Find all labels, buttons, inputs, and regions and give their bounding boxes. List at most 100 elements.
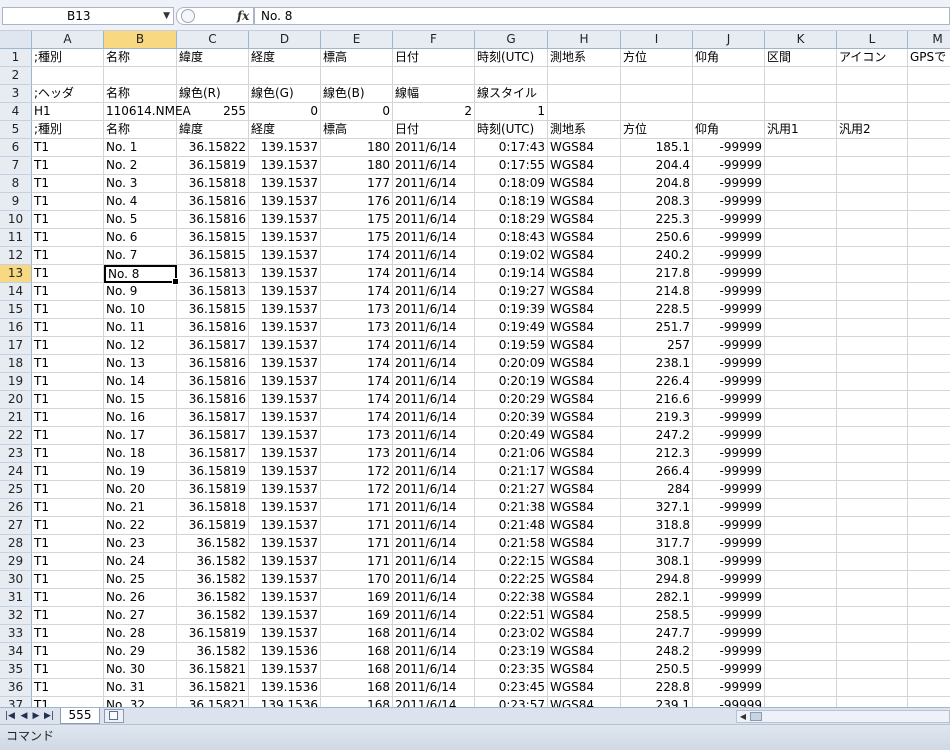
cell-G1[interactable]: 時刻(UTC) bbox=[475, 49, 548, 67]
cell-L33[interactable] bbox=[837, 625, 908, 643]
cell-D29[interactable]: 139.1537 bbox=[249, 553, 321, 571]
cell-C26[interactable]: 36.15818 bbox=[177, 499, 249, 517]
cell-C3[interactable]: 線色(R) bbox=[177, 85, 249, 103]
cell-L25[interactable] bbox=[837, 481, 908, 499]
scroll-left-icon[interactable]: ◀ bbox=[737, 711, 749, 722]
cell-C31[interactable]: 36.1582 bbox=[177, 589, 249, 607]
cell-E30[interactable]: 170 bbox=[321, 571, 393, 589]
cell-K18[interactable] bbox=[765, 355, 837, 373]
cell-I4[interactable] bbox=[621, 103, 693, 121]
first-sheet-icon[interactable]: |◀ bbox=[4, 710, 16, 722]
chevron-down-icon[interactable]: ▼ bbox=[163, 8, 170, 24]
cell-H15[interactable]: WGS84 bbox=[548, 301, 621, 319]
cell-L35[interactable] bbox=[837, 661, 908, 679]
cell-M24[interactable] bbox=[908, 463, 950, 481]
cell-G4[interactable]: 1 bbox=[475, 103, 548, 121]
cell-A25[interactable]: T1 bbox=[32, 481, 104, 499]
cell-J8[interactable]: -99999 bbox=[693, 175, 765, 193]
row-header-2[interactable]: 2 bbox=[0, 67, 32, 85]
cell-I32[interactable]: 258.5 bbox=[621, 607, 693, 625]
cell-D3[interactable]: 線色(G) bbox=[249, 85, 321, 103]
cell-M14[interactable] bbox=[908, 283, 950, 301]
cell-H36[interactable]: WGS84 bbox=[548, 679, 621, 697]
cell-I24[interactable]: 266.4 bbox=[621, 463, 693, 481]
row-header-33[interactable]: 33 bbox=[0, 625, 32, 643]
cell-M10[interactable] bbox=[908, 211, 950, 229]
cell-M2[interactable] bbox=[908, 67, 950, 85]
row-header-37[interactable]: 37 bbox=[0, 697, 32, 707]
cell-K30[interactable] bbox=[765, 571, 837, 589]
cell-D32[interactable]: 139.1537 bbox=[249, 607, 321, 625]
cell-B33[interactable]: No. 28 bbox=[104, 625, 177, 643]
cell-C12[interactable]: 36.15815 bbox=[177, 247, 249, 265]
cell-D1[interactable]: 経度 bbox=[249, 49, 321, 67]
cell-B26[interactable]: No. 21 bbox=[104, 499, 177, 517]
insert-function-icon[interactable]: fx bbox=[237, 8, 249, 24]
cell-A35[interactable]: T1 bbox=[32, 661, 104, 679]
cell-L23[interactable] bbox=[837, 445, 908, 463]
cell-G9[interactable]: 0:18:19 bbox=[475, 193, 548, 211]
cell-M13[interactable] bbox=[908, 265, 950, 283]
cell-J10[interactable]: -99999 bbox=[693, 211, 765, 229]
cell-K4[interactable] bbox=[765, 103, 837, 121]
cell-J15[interactable]: -99999 bbox=[693, 301, 765, 319]
cell-C32[interactable]: 36.1582 bbox=[177, 607, 249, 625]
cell-D6[interactable]: 139.1537 bbox=[249, 139, 321, 157]
cell-A11[interactable]: T1 bbox=[32, 229, 104, 247]
cell-H12[interactable]: WGS84 bbox=[548, 247, 621, 265]
cell-F6[interactable]: 2011/6/14 bbox=[393, 139, 475, 157]
cell-G23[interactable]: 0:21:06 bbox=[475, 445, 548, 463]
row-header-21[interactable]: 21 bbox=[0, 409, 32, 427]
cell-B14[interactable]: No. 9 bbox=[104, 283, 177, 301]
cell-F21[interactable]: 2011/6/14 bbox=[393, 409, 475, 427]
row-header-18[interactable]: 18 bbox=[0, 355, 32, 373]
cell-K33[interactable] bbox=[765, 625, 837, 643]
row-header-13[interactable]: 13 bbox=[0, 265, 32, 283]
cell-I13[interactable]: 217.8 bbox=[621, 265, 693, 283]
cell-A7[interactable]: T1 bbox=[32, 157, 104, 175]
cell-H25[interactable]: WGS84 bbox=[548, 481, 621, 499]
cell-F30[interactable]: 2011/6/14 bbox=[393, 571, 475, 589]
cell-K31[interactable] bbox=[765, 589, 837, 607]
cell-C4[interactable]: 255 bbox=[177, 103, 249, 121]
cell-H9[interactable]: WGS84 bbox=[548, 193, 621, 211]
column-header-C[interactable]: C bbox=[177, 31, 249, 49]
cell-K10[interactable] bbox=[765, 211, 837, 229]
cell-A22[interactable]: T1 bbox=[32, 427, 104, 445]
cell-M6[interactable] bbox=[908, 139, 950, 157]
cell-C1[interactable]: 緯度 bbox=[177, 49, 249, 67]
cell-I14[interactable]: 214.8 bbox=[621, 283, 693, 301]
column-header-I[interactable]: I bbox=[621, 31, 693, 49]
cell-E15[interactable]: 173 bbox=[321, 301, 393, 319]
cell-I22[interactable]: 247.2 bbox=[621, 427, 693, 445]
cell-G25[interactable]: 0:21:27 bbox=[475, 481, 548, 499]
cell-F32[interactable]: 2011/6/14 bbox=[393, 607, 475, 625]
cell-A3[interactable]: ;ヘッダ bbox=[32, 85, 104, 103]
cell-E8[interactable]: 177 bbox=[321, 175, 393, 193]
cell-C7[interactable]: 36.15819 bbox=[177, 157, 249, 175]
row-header-17[interactable]: 17 bbox=[0, 337, 32, 355]
cell-M12[interactable] bbox=[908, 247, 950, 265]
cell-K24[interactable] bbox=[765, 463, 837, 481]
cell-I25[interactable]: 284 bbox=[621, 481, 693, 499]
cell-L16[interactable] bbox=[837, 319, 908, 337]
cell-J16[interactable]: -99999 bbox=[693, 319, 765, 337]
row-header-5[interactable]: 5 bbox=[0, 121, 32, 139]
cell-F37[interactable]: 2011/6/14 bbox=[393, 697, 475, 707]
cell-E23[interactable]: 173 bbox=[321, 445, 393, 463]
cell-J33[interactable]: -99999 bbox=[693, 625, 765, 643]
column-header-G[interactable]: G bbox=[475, 31, 548, 49]
cell-I27[interactable]: 318.8 bbox=[621, 517, 693, 535]
scrollbar-thumb[interactable] bbox=[750, 712, 762, 721]
row-header-23[interactable]: 23 bbox=[0, 445, 32, 463]
cell-I1[interactable]: 方位 bbox=[621, 49, 693, 67]
cell-B12[interactable]: No. 7 bbox=[104, 247, 177, 265]
cell-F12[interactable]: 2011/6/14 bbox=[393, 247, 475, 265]
cell-E11[interactable]: 175 bbox=[321, 229, 393, 247]
cell-H5[interactable]: 測地系 bbox=[548, 121, 621, 139]
cell-A12[interactable]: T1 bbox=[32, 247, 104, 265]
cell-M30[interactable] bbox=[908, 571, 950, 589]
column-header-B[interactable]: B bbox=[104, 31, 177, 49]
cell-L36[interactable] bbox=[837, 679, 908, 697]
cell-G8[interactable]: 0:18:09 bbox=[475, 175, 548, 193]
